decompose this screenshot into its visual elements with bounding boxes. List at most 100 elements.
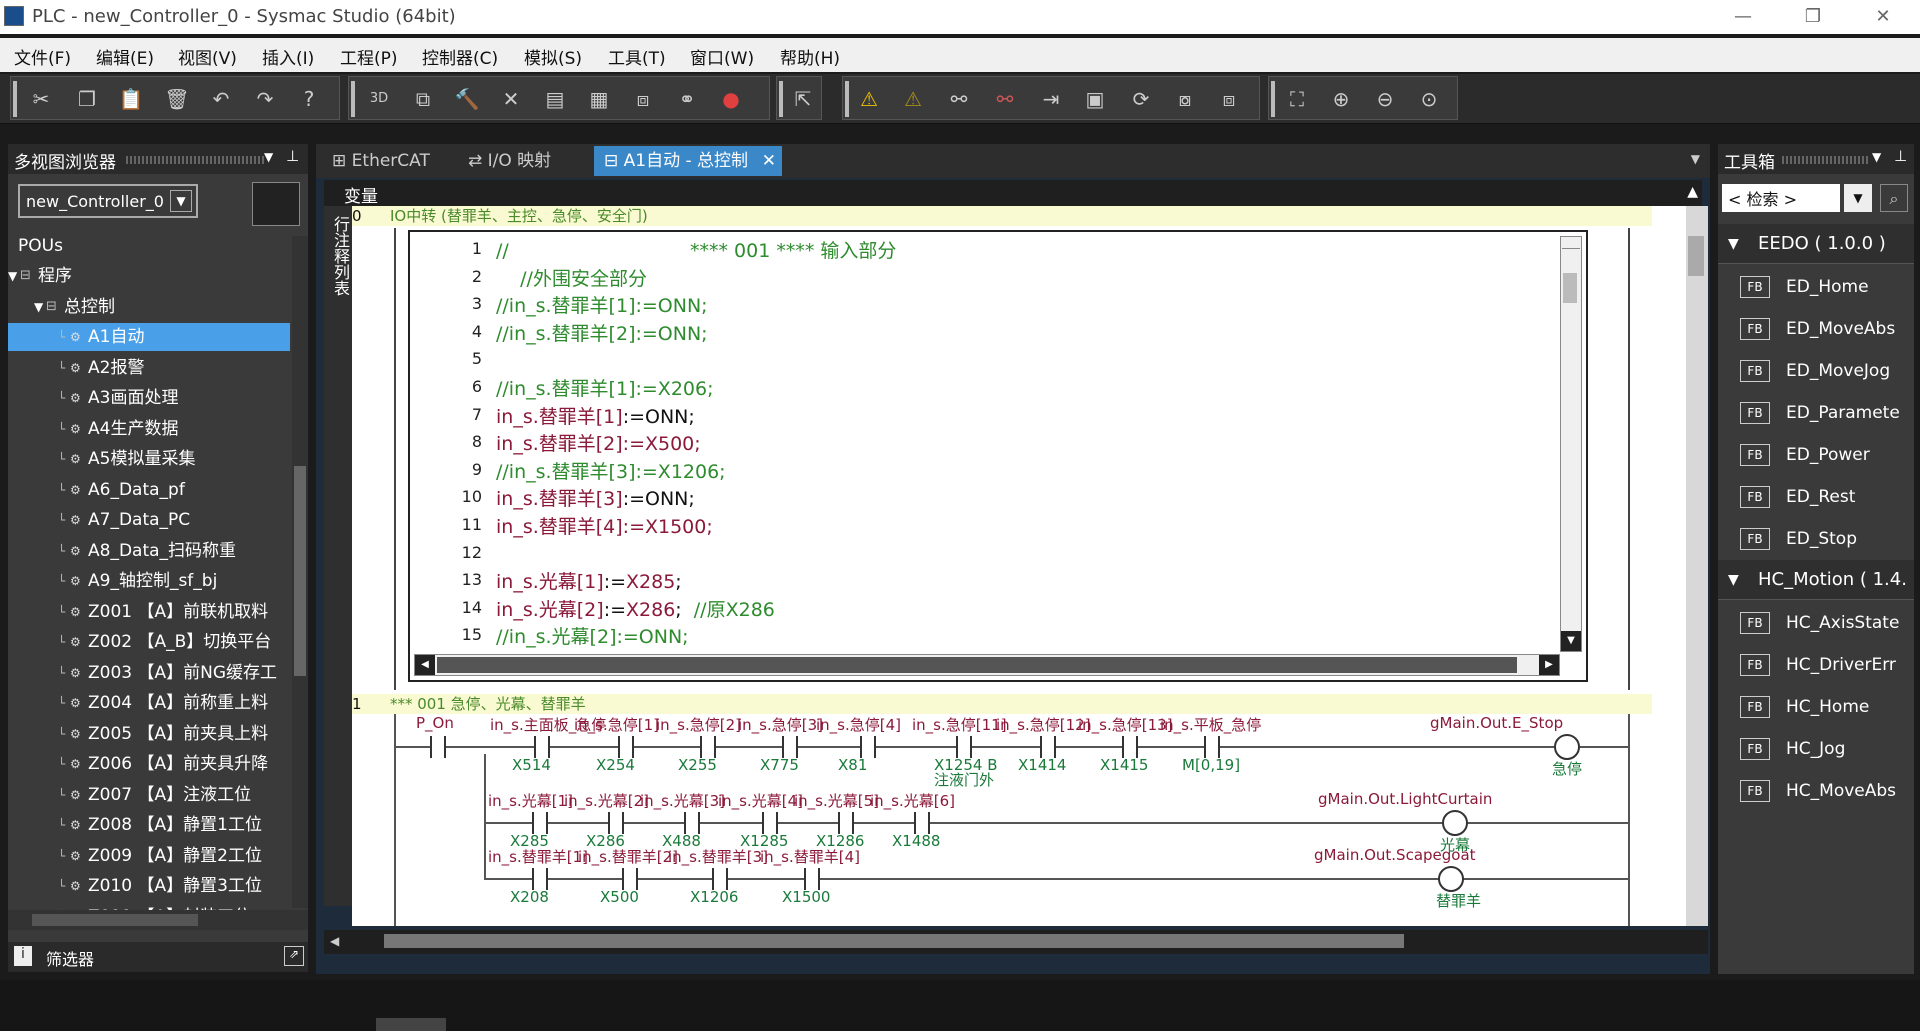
io-icon[interactable]: ▤: [539, 83, 571, 115]
online-off-icon[interactable]: ⚯: [989, 83, 1021, 115]
structure-icon[interactable]: ⧉: [407, 83, 439, 115]
tree-item[interactable]: └ ⚙ Z003 【A】前NG缓存工: [8, 659, 290, 687]
menu-file[interactable]: 文件(F): [14, 44, 71, 69]
contact[interactable]: [534, 736, 550, 758]
network-icon[interactable]: ⧈: [627, 83, 659, 115]
scroll-left-icon[interactable]: ◀: [415, 655, 435, 675]
contact[interactable]: [618, 736, 634, 758]
expand-icon[interactable]: ▼: [8, 262, 17, 290]
code-line[interactable]: //in_s.替罪羊[2]:=ONN;: [496, 319, 708, 346]
tree-item[interactable]: ▼ ⊟ 程序: [8, 262, 290, 290]
scrollbar-thumb[interactable]: [384, 934, 1404, 948]
tree-horizontal-scrollbar[interactable]: [8, 910, 308, 930]
tree-item[interactable]: └ ⚙ Z008 【A】静置1工位: [8, 811, 290, 839]
toolbox-item[interactable]: FB ED_Stop: [1718, 518, 1914, 560]
scrollbar-thumb[interactable]: [1688, 236, 1704, 276]
toolbox-item[interactable]: FB ED_Rest: [1718, 476, 1914, 518]
toolbox-item[interactable]: FB HC_Home: [1718, 686, 1914, 728]
toolbar-grip[interactable]: [845, 81, 849, 117]
collapse-icon[interactable]: ▼: [1728, 224, 1739, 264]
minimize-button[interactable]: —: [1720, 2, 1766, 32]
toolbox-item[interactable]: FB ED_MoveAbs: [1718, 308, 1914, 350]
contact[interactable]: [684, 812, 700, 834]
code-line[interactable]: //in_s.替罪羊[3]:=X1206;: [496, 457, 726, 484]
code-line[interactable]: in_s.替罪羊[2]:=X500;: [496, 429, 701, 456]
tab-a1-auto[interactable]: ⊟ A1自动 - 总控制 ✕: [594, 146, 782, 176]
menu-edit[interactable]: 编辑(E): [96, 44, 154, 69]
tree-item[interactable]: └ ⚙ A3画面处理: [8, 384, 290, 412]
rung-1[interactable]: 1 *** 001 急停、光幕、替罪羊 P_On in_s.主面板_急停 X514 i…: [352, 694, 1686, 926]
code-line[interactable]: in_s.替罪羊[3]:=ONN;: [496, 484, 695, 511]
menu-view[interactable]: 视图(V): [178, 44, 237, 69]
editor-horizontal-scrollbar[interactable]: ◀: [324, 930, 1708, 954]
code-line[interactable]: in_s.替罪羊[4]:=X1500;: [496, 512, 713, 539]
error-icon[interactable]: ●: [715, 83, 747, 115]
contact[interactable]: [762, 812, 778, 834]
code-line[interactable]: // **** 001 **** 输入部分: [496, 236, 896, 263]
st-code-area[interactable]: 1 // **** 001 **** 输入部分 2 //外围安全部分 3 //in_s.…: [426, 234, 1558, 652]
tree-item[interactable]: └ ⚙ Z009 【A】静置2工位: [8, 842, 290, 870]
tree-item[interactable]: └ ⚙ A4生产数据: [8, 415, 290, 443]
contact[interactable]: [1204, 736, 1220, 758]
expand-icon[interactable]: ▼: [34, 293, 43, 321]
contact[interactable]: [700, 736, 716, 758]
copy-icon[interactable]: ❐: [71, 83, 103, 115]
toolbox-item[interactable]: FB HC_Jog: [1718, 728, 1914, 770]
tree-item[interactable]: └ ⚙ Z002 【A_B】切换平台: [8, 628, 290, 656]
zoom-in-icon[interactable]: ⊕: [1325, 83, 1357, 115]
contact[interactable]: [1040, 736, 1056, 758]
line-comment-list-tab[interactable]: 行注释列表: [324, 206, 352, 906]
table-icon[interactable]: ▦: [583, 83, 615, 115]
redo-icon[interactable]: ↷: [249, 83, 281, 115]
build-icon[interactable]: 🔨: [451, 83, 483, 115]
contact[interactable]: [838, 812, 854, 834]
restore-button[interactable]: ❐: [1790, 2, 1836, 32]
online-icon[interactable]: ⚯: [943, 83, 975, 115]
coil[interactable]: [1438, 866, 1464, 892]
compare-icon[interactable]: ⧈: [1213, 83, 1245, 115]
contact[interactable]: [622, 868, 638, 890]
toolbar-grip[interactable]: [13, 81, 17, 117]
contact[interactable]: [532, 812, 548, 834]
contact[interactable]: [608, 812, 624, 834]
tree-vertical-scrollbar[interactable]: [292, 236, 308, 908]
tree-item[interactable]: └ ⚙ Z004 【A】前称重上料: [8, 689, 290, 717]
contact[interactable]: [956, 736, 972, 758]
chevron-down-icon[interactable]: ▼: [264, 150, 273, 164]
toolbar-grip[interactable]: [1271, 81, 1275, 117]
contact[interactable]: [860, 736, 876, 758]
contact[interactable]: [804, 868, 820, 890]
toolbox-item[interactable]: FB ED_Home: [1718, 266, 1914, 308]
menu-simulation[interactable]: 模拟(S): [524, 44, 582, 69]
3d-icon[interactable]: 3D: [363, 83, 395, 115]
paste-icon[interactable]: 📋: [115, 83, 147, 115]
tree-item[interactable]: └ ⚙ A8_Data_扫码称重: [8, 537, 290, 565]
code-line[interactable]: in_s.光幕[3]:=X488;: [496, 650, 682, 652]
tree-item[interactable]: └ ⚙ Z001 【A】前联机取料: [8, 598, 290, 626]
zoom-reset-icon[interactable]: ⊙: [1413, 83, 1445, 115]
contact[interactable]: [914, 812, 930, 834]
close-icon[interactable]: ✕: [762, 146, 776, 176]
st-scroll-top[interactable]: [1562, 237, 1580, 249]
st-horizontal-scrollbar[interactable]: ◀ ▶: [414, 654, 1560, 676]
menu-insert[interactable]: 插入(I): [262, 44, 314, 69]
collapse-icon[interactable]: ▼: [1728, 560, 1739, 600]
code-line[interactable]: //in_s.替罪羊[1]:=X206;: [496, 374, 713, 401]
close-window-button[interactable]: ✕: [1860, 2, 1906, 32]
code-line[interactable]: in_s.替罪羊[1]:=ONN;: [496, 402, 695, 429]
chevron-down-icon[interactable]: ▼: [1691, 152, 1700, 166]
toolbox-group[interactable]: ▼ HC_Motion ( 1.4.: [1718, 560, 1914, 600]
tab-io-map[interactable]: ⇄ I/O 映射: [458, 146, 594, 176]
code-line[interactable]: //in_s.光幕[2]:=ONN;: [496, 622, 689, 649]
delete-icon[interactable]: 🗑: [161, 83, 193, 115]
editor-vertical-scrollbar[interactable]: [1686, 206, 1708, 926]
tree-item[interactable]: └ ⚙ A6_Data_pf: [8, 476, 290, 504]
transfer-icon[interactable]: ⇥: [1035, 83, 1067, 115]
variable-bar[interactable]: 变量 ▲: [324, 180, 1702, 207]
coil[interactable]: [1442, 810, 1468, 836]
jump-icon[interactable]: ⇱: [787, 83, 819, 115]
st-vertical-scrollbar[interactable]: ▼: [1560, 236, 1582, 652]
binoculars-icon[interactable]: ⚭: [671, 83, 703, 115]
monitor-icon[interactable]: ⧇: [1169, 83, 1201, 115]
contact[interactable]: [430, 736, 446, 758]
